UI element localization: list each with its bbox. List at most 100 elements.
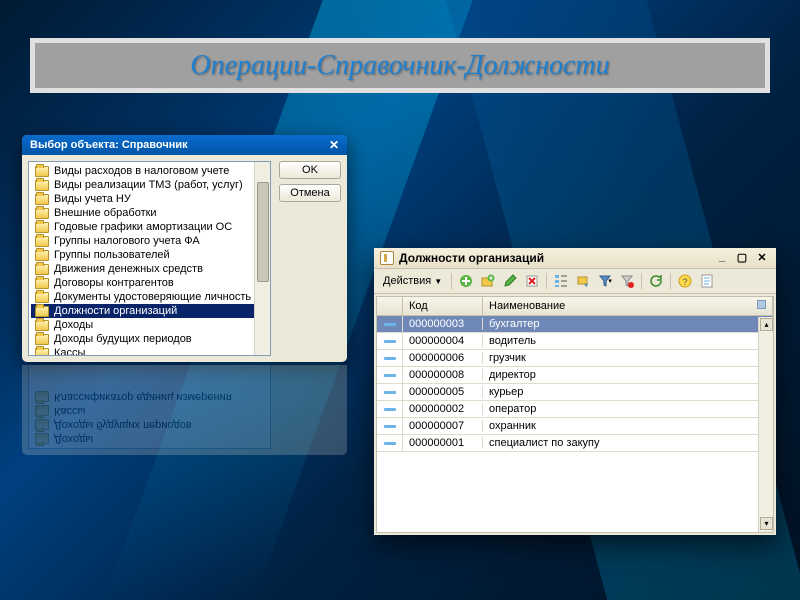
- folder-icon: [35, 250, 49, 261]
- row-marker-icon: [384, 374, 396, 377]
- dialog-title: Выбор объекта: Справочник: [30, 139, 188, 151]
- grid-header: Код Наименование: [377, 297, 773, 316]
- table-row[interactable]: 000000003бухгалтер: [377, 316, 773, 333]
- actions-dropdown[interactable]: Действия ▼: [379, 273, 446, 289]
- move-icon[interactable]: [574, 272, 592, 290]
- tree-item-label: Доходы будущих периодов: [54, 333, 192, 345]
- tree-item[interactable]: Годовые графики амортизации ОС: [31, 220, 268, 234]
- scroll-up-icon[interactable]: ▴: [760, 318, 773, 331]
- reference-tree-list[interactable]: Виды расходов в налоговом учетеВиды реал…: [28, 161, 271, 356]
- table-row[interactable]: 000000004водитель: [377, 333, 773, 350]
- tree-item[interactable]: Доходы: [31, 318, 268, 332]
- tree-item-label: Виды учета НУ: [54, 193, 131, 205]
- slide-title-bar: Операции-Справочник-Должности: [30, 38, 770, 93]
- positions-grid[interactable]: Код Наименование 000000003бухгалтер00000…: [376, 296, 774, 533]
- hierarchy-icon[interactable]: [552, 272, 570, 290]
- folder-icon: [35, 348, 49, 357]
- add-folder-icon[interactable]: [479, 272, 497, 290]
- folder-icon: [35, 320, 49, 331]
- filter-icon[interactable]: ▾: [596, 272, 614, 290]
- row-marker-icon: [384, 340, 396, 343]
- tree-item[interactable]: Документы удостоверяющие личность: [31, 290, 268, 304]
- close-icon[interactable]: ✕: [329, 139, 339, 151]
- tree-item[interactable]: Виды реализации ТМЗ (работ, услуг): [31, 178, 268, 192]
- table-row[interactable]: 000000001специалист по закупу: [377, 435, 773, 452]
- folder-icon: [35, 334, 49, 345]
- folder-icon: [35, 236, 49, 247]
- cell-name: курьер: [483, 386, 773, 398]
- folder-icon: [35, 278, 49, 289]
- cell-name: оператор: [483, 403, 773, 415]
- table-row[interactable]: 000000006грузчик: [377, 350, 773, 367]
- edit-icon[interactable]: [501, 272, 519, 290]
- select-object-dialog: Выбор объекта: Справочник ✕ Виды расходо…: [22, 135, 347, 362]
- column-code[interactable]: Код: [403, 297, 483, 315]
- positions-window-title: Должности организаций: [399, 251, 544, 265]
- tree-item[interactable]: Кассы: [31, 346, 268, 356]
- cell-code: 000000004: [403, 335, 483, 347]
- tree-scrollbar[interactable]: [254, 162, 270, 355]
- cell-name: водитель: [483, 335, 773, 347]
- close-button[interactable]: ✕: [754, 251, 770, 265]
- cell-name: грузчик: [483, 352, 773, 364]
- cell-code: 000000003: [403, 318, 483, 330]
- tree-item[interactable]: Виды учета НУ: [31, 192, 268, 206]
- tree-item-label: Должности организаций: [54, 305, 177, 317]
- row-marker-icon: [384, 425, 396, 428]
- cell-name: бухгалтер: [483, 318, 773, 330]
- tree-item[interactable]: Группы налогового учета ФА: [31, 234, 268, 248]
- table-row[interactable]: 000000002оператор: [377, 401, 773, 418]
- folder-icon: [35, 306, 49, 317]
- positions-titlebar[interactable]: Должности организаций _ ▢ ✕: [374, 248, 776, 269]
- row-marker-icon: [384, 408, 396, 411]
- slide-title: Операции-Справочник-Должности: [190, 50, 609, 82]
- tree-item[interactable]: Движения денежных средств: [31, 262, 268, 276]
- row-marker-icon: [384, 442, 396, 445]
- folder-icon: [35, 194, 49, 205]
- row-marker-icon: [384, 357, 396, 360]
- minimize-button[interactable]: _: [714, 251, 730, 265]
- toolbar: Действия ▼ ▾ ?: [374, 269, 776, 294]
- tree-item[interactable]: Группы пользователей: [31, 248, 268, 262]
- table-row[interactable]: 000000008директор: [377, 367, 773, 384]
- scrollbar-thumb[interactable]: [257, 182, 269, 282]
- tree-item-label: Договоры контрагентов: [54, 277, 174, 289]
- tree-item[interactable]: Договоры контрагентов: [31, 276, 268, 290]
- scroll-down-icon[interactable]: ▾: [760, 517, 773, 530]
- cell-code: 000000001: [403, 437, 483, 449]
- row-marker-icon: [384, 323, 396, 326]
- column-name[interactable]: Наименование: [483, 297, 773, 315]
- table-row[interactable]: 000000005курьер: [377, 384, 773, 401]
- help-icon[interactable]: ?: [676, 272, 694, 290]
- folder-icon: [35, 166, 49, 177]
- tree-item[interactable]: Доходы будущих периодов: [31, 332, 268, 346]
- positions-window: Должности организаций _ ▢ ✕ Действия ▼ ▾…: [374, 248, 776, 535]
- folder-icon: [35, 208, 49, 219]
- tree-item-label: Годовые графики амортизации ОС: [54, 221, 232, 233]
- tree-item-label: Внешние обработки: [54, 207, 157, 219]
- tree-item[interactable]: Внешние обработки: [31, 206, 268, 220]
- tree-item-label: Группы пользователей: [54, 249, 170, 261]
- row-marker-icon: [384, 391, 396, 394]
- tree-item-label: Доходы: [54, 319, 93, 331]
- grid-scrollbar[interactable]: ▴ ▾: [758, 317, 773, 532]
- dialog-titlebar[interactable]: Выбор объекта: Справочник ✕: [22, 135, 347, 155]
- filter-clear-icon[interactable]: [618, 272, 636, 290]
- tree-item[interactable]: Должности организаций: [31, 304, 268, 318]
- table-row[interactable]: 000000007охранник: [377, 418, 773, 435]
- tree-item-label: Виды реализации ТМЗ (работ, услуг): [54, 179, 243, 191]
- cell-code: 000000002: [403, 403, 483, 415]
- sort-indicator-icon: [757, 300, 766, 309]
- cell-code: 000000006: [403, 352, 483, 364]
- cancel-button[interactable]: Отмена: [279, 184, 341, 202]
- tree-item-label: Документы удостоверяющие личность: [54, 291, 251, 303]
- ok-button[interactable]: OK: [279, 161, 341, 179]
- maximize-button[interactable]: ▢: [734, 251, 750, 265]
- add-icon[interactable]: [457, 272, 475, 290]
- delete-mark-icon[interactable]: [523, 272, 541, 290]
- report-icon[interactable]: [698, 272, 716, 290]
- cell-code: 000000008: [403, 369, 483, 381]
- refresh-icon[interactable]: [647, 272, 665, 290]
- tree-item[interactable]: Виды расходов в налоговом учете: [31, 164, 268, 178]
- folder-icon: [35, 292, 49, 303]
